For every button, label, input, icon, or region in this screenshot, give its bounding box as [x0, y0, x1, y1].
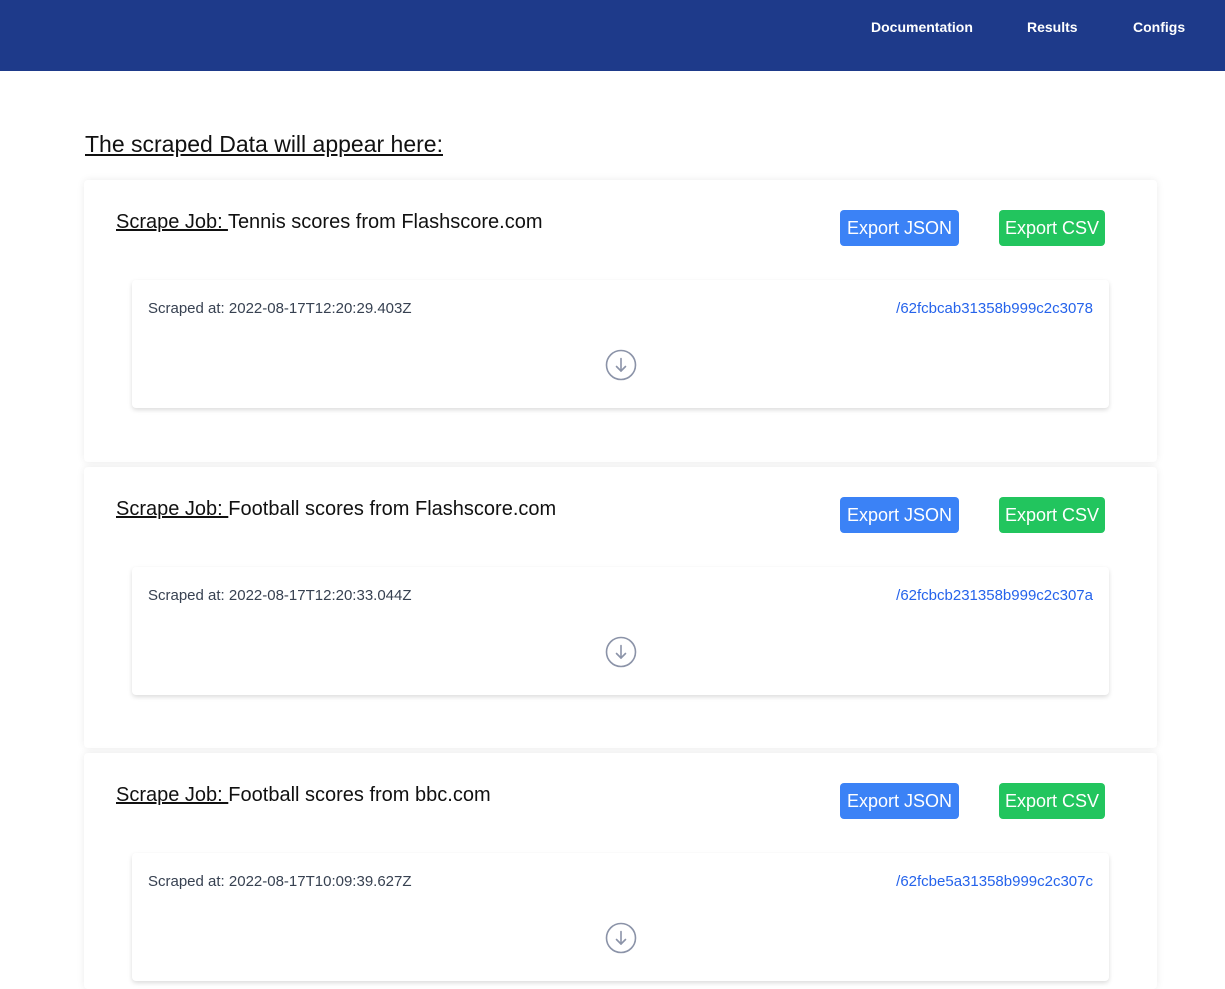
arrow-down-circle-icon[interactable]: [605, 349, 637, 381]
scrape-job-card: Scrape Job: Football scores from Flashsc…: [84, 467, 1157, 748]
result-id-link[interactable]: /62fcbe5a31358b999c2c307c: [896, 873, 1093, 891]
export-json-button[interactable]: Export JSON: [840, 210, 959, 246]
result-id-link[interactable]: /62fcbcb231358b999c2c307a: [896, 587, 1093, 605]
job-title-name: Football scores from bbc.com: [228, 784, 491, 806]
job-title-prefix: Scrape Job:: [116, 211, 228, 233]
job-title: Scrape Job: Football scores from bbc.com: [116, 783, 491, 807]
top-navbar: Documentation Results Configs: [0, 0, 1225, 71]
export-csv-button[interactable]: Export CSV: [999, 210, 1105, 246]
export-csv-button[interactable]: Export CSV: [999, 783, 1105, 819]
scraped-at-text: Scraped at: 2022-08-17T10:09:39.627Z: [148, 873, 412, 890]
job-title: Scrape Job: Football scores from Flashsc…: [116, 497, 556, 521]
scrape-result-card: Scraped at: 2022-08-17T12:20:33.044Z /62…: [132, 567, 1109, 695]
job-title-prefix: Scrape Job:: [116, 784, 229, 806]
result-id-link[interactable]: /62fcbcab31358b999c2c3078: [896, 300, 1093, 318]
page-heading: The scraped Data will appear here:: [85, 131, 443, 157]
job-title: Scrape Job: Tennis scores from Flashscor…: [116, 210, 542, 234]
scraped-at-text: Scraped at: 2022-08-17T12:20:33.044Z: [148, 587, 412, 604]
scrape-job-card: Scrape Job: Tennis scores from Flashscor…: [84, 180, 1157, 462]
arrow-down-circle-icon[interactable]: [605, 922, 637, 954]
export-json-button[interactable]: Export JSON: [840, 497, 959, 533]
scrape-result-card: Scraped at: 2022-08-17T12:20:29.403Z /62…: [132, 280, 1109, 408]
job-title-prefix: Scrape Job:: [116, 498, 229, 520]
scrape-result-card: Scraped at: 2022-08-17T10:09:39.627Z /62…: [132, 853, 1109, 981]
job-title-name: Tennis scores from Flashscore.com: [227, 211, 543, 233]
job-title-name: Football scores from Flashscore.com: [228, 498, 557, 520]
scraped-at-text: Scraped at: 2022-08-17T12:20:29.403Z: [148, 300, 412, 317]
nav-results-link[interactable]: Results: [1027, 18, 1078, 36]
export-json-button[interactable]: Export JSON: [840, 783, 959, 819]
nav-configs-link[interactable]: Configs: [1133, 18, 1185, 36]
export-csv-button[interactable]: Export CSV: [999, 497, 1105, 533]
nav-documentation-link[interactable]: Documentation: [871, 18, 973, 36]
arrow-down-circle-icon[interactable]: [605, 636, 637, 668]
scrape-job-card: Scrape Job: Football scores from bbc.com…: [84, 753, 1157, 989]
